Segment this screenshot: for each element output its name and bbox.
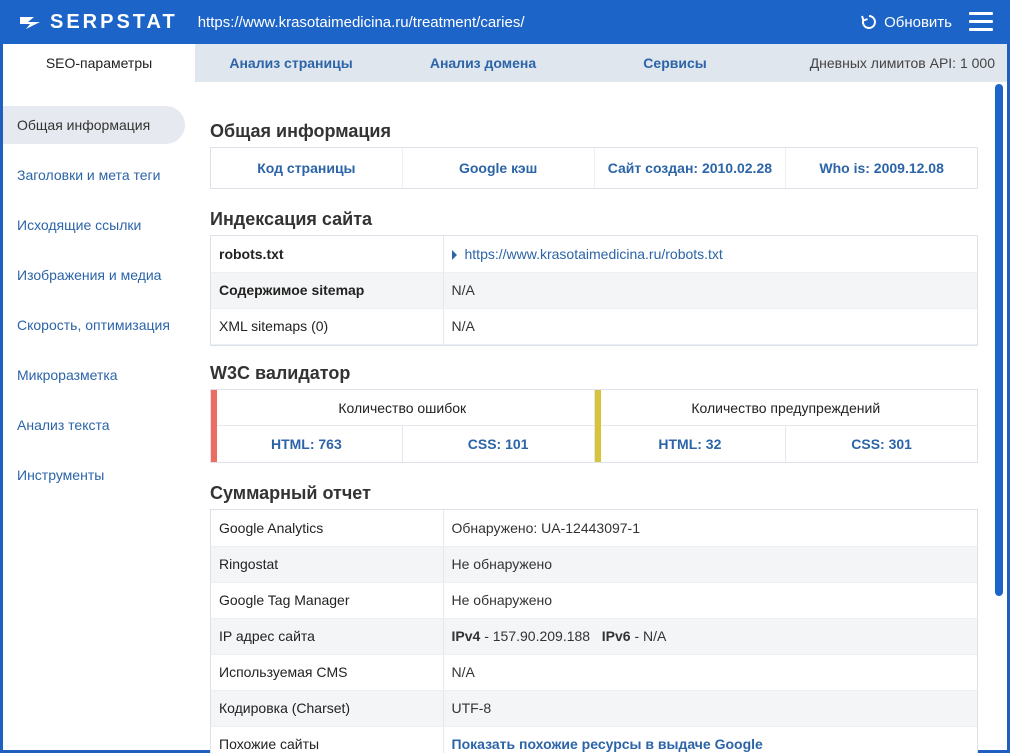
general-info-title: Общая информация xyxy=(210,121,391,141)
table-row: Содержимое sitemap N/A xyxy=(211,272,977,309)
tab-bar: SEO-параметры Анализ страницы Анализ дом… xyxy=(3,44,1007,82)
page-url: https://www.krasotaimedicina.ru/treatmen… xyxy=(197,13,525,31)
row-value: UTF-8 xyxy=(443,690,977,727)
refresh-button[interactable]: Обновить xyxy=(860,0,952,44)
table-row: Кодировка (Charset) UTF-8 xyxy=(211,690,977,727)
w3c-warnings-column: Количество предупреждений HTML: 32 CSS: … xyxy=(593,390,977,462)
row-value: N/A xyxy=(443,272,977,309)
row-value: Не обнаружено xyxy=(443,582,977,619)
sidebar-item-speed[interactable]: Скорость, оптимизация xyxy=(3,300,193,350)
general-info-box: Код страницы Google кэш Сайт создан: 201… xyxy=(210,147,978,189)
table-row: robots.txt https://www.krasotaimedicina.… xyxy=(211,236,977,273)
summary-table: Google Analytics Обнаружено: UA-12443097… xyxy=(210,509,978,753)
errors-label: Количество ошибок xyxy=(211,390,594,426)
row-value: N/A xyxy=(443,308,977,345)
api-limit-text: Дневных лимитов API: 1 000 xyxy=(809,55,995,71)
logo-text: SERPSTAT xyxy=(50,10,178,33)
serpstat-logo: SERPSTAT xyxy=(18,11,178,34)
ipv4-value: - 157.90.209.188 xyxy=(480,628,591,644)
w3c-errors-column: Количество ошибок HTML: 763 CSS: 101 xyxy=(211,390,594,462)
warnings-label: Количество предупреждений xyxy=(594,390,977,426)
google-cache-link[interactable]: Google кэш xyxy=(401,148,594,188)
tab-page-analysis[interactable]: Анализ страницы xyxy=(195,44,387,82)
serpstat-logo-icon xyxy=(20,17,40,29)
w3c-box: Количество ошибок HTML: 763 CSS: 101 Кол… xyxy=(210,389,978,463)
row-key: Кодировка (Charset) xyxy=(211,690,444,727)
errors-css-link[interactable]: CSS: 101 xyxy=(401,426,594,462)
robots-link[interactable]: https://www.krasotaimedicina.ru/robots.t… xyxy=(465,246,723,262)
ipv6-label: IPv6 xyxy=(601,628,631,644)
row-key: Google Tag Manager xyxy=(211,582,444,619)
row-value: N/A xyxy=(443,654,977,691)
table-row: Используемая CMS N/A xyxy=(211,654,977,691)
row-key: IP адрес сайта xyxy=(211,618,444,655)
ipv4-label: IPv4 xyxy=(451,628,481,644)
site-created-link[interactable]: Сайт создан: 2010.02.28 xyxy=(593,148,786,188)
row-key: Google Analytics xyxy=(211,510,444,547)
row-value: Обнаружено: UA-12443097-1 xyxy=(443,510,977,547)
sidebar: Общая информация Заголовки и мета теги И… xyxy=(3,100,193,500)
sidebar-item-outgoing-links[interactable]: Исходящие ссылки xyxy=(3,200,193,250)
similar-sites-link[interactable]: Показать похожие ресурсы в выдаче Google xyxy=(452,736,763,752)
table-row: Похожие сайты Показать похожие ресурсы в… xyxy=(211,726,977,753)
warnings-color-bar xyxy=(594,390,601,462)
table-row: Ringostat Не обнаружено xyxy=(211,546,977,583)
refresh-icon xyxy=(861,15,877,29)
scrollbar[interactable] xyxy=(995,84,1003,596)
sidebar-item-text-analysis[interactable]: Анализ текста xyxy=(3,400,193,450)
row-key: Похожие сайты xyxy=(211,726,444,753)
expand-arrow-icon[interactable] xyxy=(451,250,457,261)
sidebar-item-headings-meta[interactable]: Заголовки и мета теги xyxy=(3,150,193,200)
table-row: XML sitemaps (0) N/A xyxy=(211,308,977,345)
sidebar-item-tools[interactable]: Инструменты xyxy=(3,450,193,500)
whois-link[interactable]: Who is: 2009.12.08 xyxy=(785,148,977,188)
table-row: Google Analytics Обнаружено: UA-12443097… xyxy=(211,510,977,547)
tab-domain-analysis[interactable]: Анализ домена xyxy=(387,44,579,82)
tab-services[interactable]: Сервисы xyxy=(579,44,771,82)
w3c-title: W3C валидатор xyxy=(210,363,351,383)
errors-color-bar xyxy=(211,390,217,462)
warnings-css-link[interactable]: CSS: 301 xyxy=(785,426,977,462)
warnings-html-link[interactable]: HTML: 32 xyxy=(595,426,786,462)
summary-title: Суммарный отчет xyxy=(210,483,371,503)
page-code-link[interactable]: Код страницы xyxy=(211,148,402,188)
row-key: robots.txt xyxy=(211,236,444,273)
errors-html-link[interactable]: HTML: 763 xyxy=(211,426,402,462)
ipv6-value: - N/A xyxy=(630,628,667,644)
row-key: Используемая CMS xyxy=(211,654,444,691)
row-key: Содержимое sitemap xyxy=(211,272,444,309)
sidebar-item-general-info[interactable]: Общая информация xyxy=(3,106,185,144)
ip-value: IPv4 - 157.90.209.188 IPv6 - N/A xyxy=(443,618,977,655)
table-row: Google Tag Manager Не обнаружено xyxy=(211,582,977,619)
row-key: Ringostat xyxy=(211,546,444,583)
hamburger-menu-icon[interactable] xyxy=(969,12,993,32)
table-row: IP адрес сайта IPv4 - 157.90.209.188 IPv… xyxy=(211,618,977,655)
header-bar: SERPSTAT https://www.krasotaimedicina.ru… xyxy=(0,0,1010,44)
tab-seo-params[interactable]: SEO-параметры xyxy=(3,44,195,82)
row-key: XML sitemaps (0) xyxy=(211,308,444,345)
sidebar-item-microdata[interactable]: Микроразметка xyxy=(3,350,193,400)
indexing-table: robots.txt https://www.krasotaimedicina.… xyxy=(210,235,978,346)
sidebar-item-images-media[interactable]: Изображения и медиа xyxy=(3,250,193,300)
refresh-label: Обновить xyxy=(884,13,952,31)
row-value: Не обнаружено xyxy=(443,546,977,583)
indexing-title: Индексация сайта xyxy=(210,209,373,229)
